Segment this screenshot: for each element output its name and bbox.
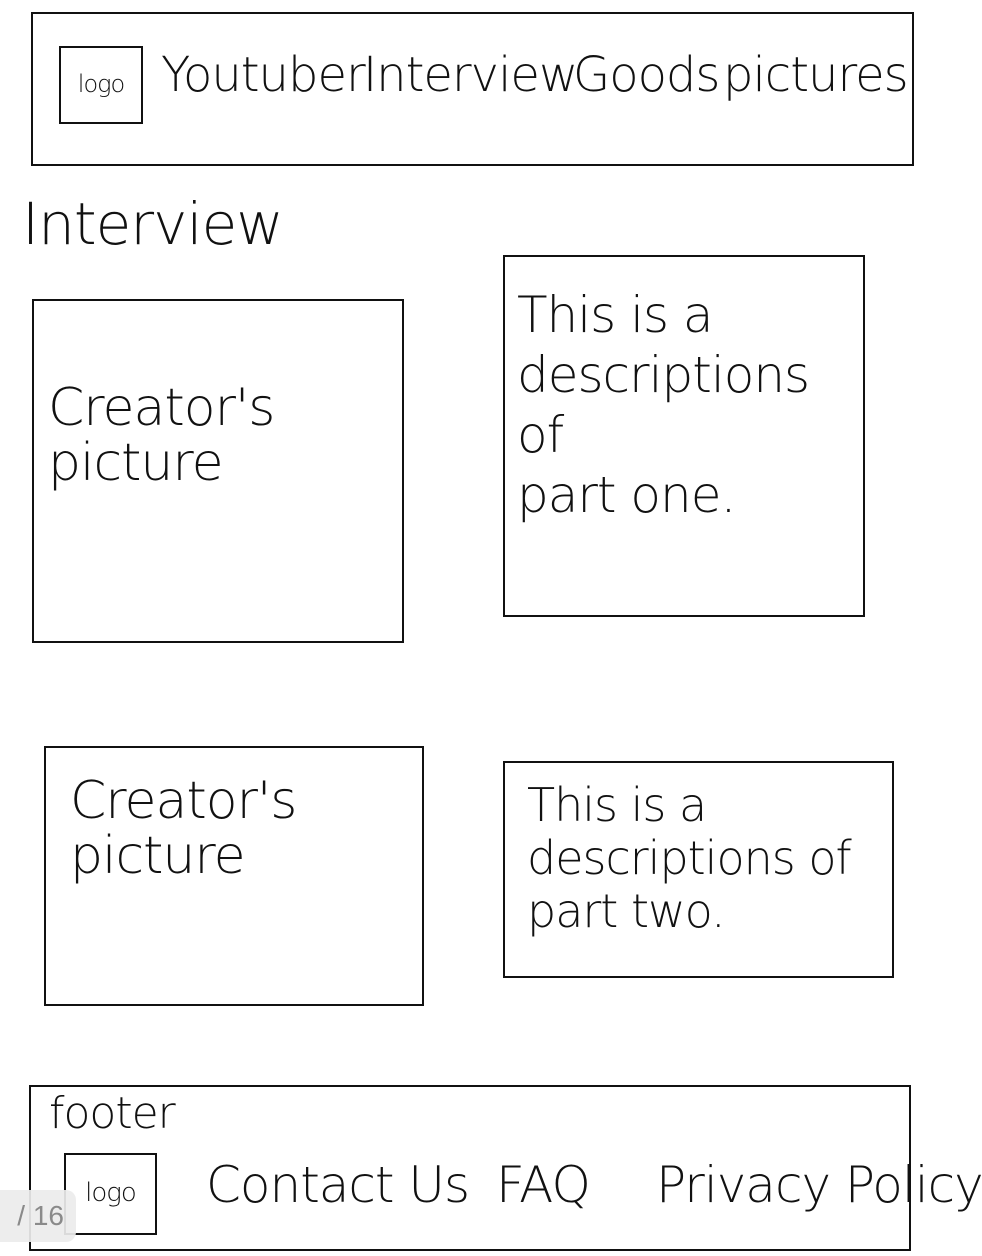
nav-goods[interactable]: Goods xyxy=(573,50,720,101)
nav-interview[interactable]: Interview xyxy=(363,50,578,101)
footer-link-faq[interactable]: FAQ xyxy=(496,1159,591,1212)
header-logo-text: logo xyxy=(77,70,125,99)
footer: footer logo Contact Us FAQ Privacy Polic… xyxy=(29,1085,982,1251)
description-text-1: This is a descriptions of part one. xyxy=(517,286,810,524)
creator-picture-label-2: Creator's picture xyxy=(70,771,297,886)
header: logo Youtuber Interview Goods pictures xyxy=(31,12,914,166)
creator-picture-label-1: Creator's picture xyxy=(48,378,275,493)
nav-youtuber[interactable]: Youtuber xyxy=(161,50,366,101)
page-indicator-text: / 16 xyxy=(17,1200,64,1231)
description-box-2: This is a descriptions of part two. xyxy=(503,761,894,978)
creator-picture-placeholder-1: Creator's picture xyxy=(32,299,404,643)
page-indicator: / 16 xyxy=(0,1190,76,1242)
footer-link-contact-us[interactable]: Contact Us xyxy=(206,1159,470,1212)
footer-logo-text: logo xyxy=(85,1178,137,1209)
creator-picture-placeholder-2: Creator's picture xyxy=(44,746,424,1006)
section-title: Interview xyxy=(22,190,284,258)
header-logo[interactable]: logo xyxy=(59,46,143,124)
description-text-2: This is a descriptions of part two. xyxy=(527,778,852,938)
footer-link-privacy-policy[interactable]: Privacy Policy xyxy=(656,1159,982,1212)
nav-pictures[interactable]: pictures xyxy=(723,50,909,101)
footer-logo[interactable]: logo xyxy=(64,1153,157,1235)
description-box-1: This is a descriptions of part one. xyxy=(503,255,865,617)
footer-label: footer xyxy=(49,1088,176,1139)
